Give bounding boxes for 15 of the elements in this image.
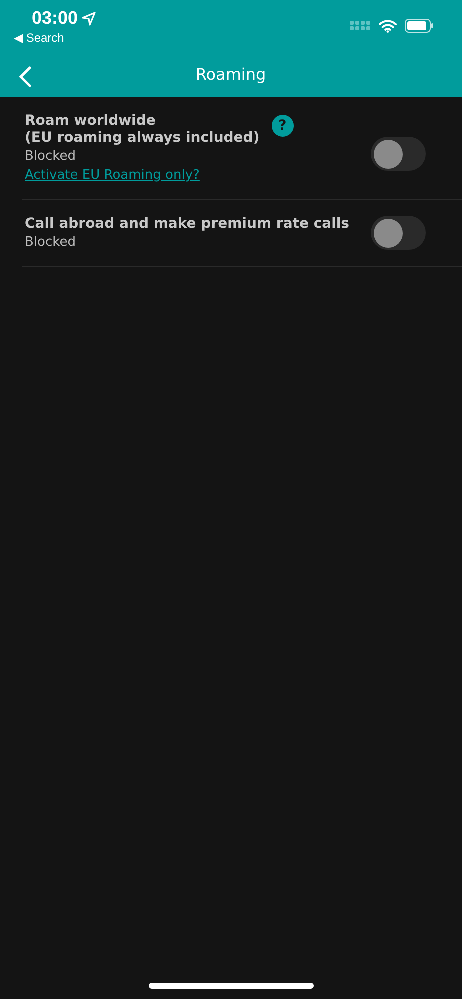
toggle-switch[interactable] — [371, 216, 426, 250]
activate-eu-roaming-link[interactable]: Activate EU Roaming only? — [25, 168, 200, 183]
help-button[interactable]: ? — [272, 115, 294, 137]
battery-icon — [405, 19, 434, 33]
screen-title: Roaming — [196, 65, 266, 84]
status-time: 03:00 — [14, 8, 96, 29]
toggle-switch[interactable] — [371, 137, 426, 171]
setting-status: Blocked — [25, 235, 77, 250]
setting-status: Blocked — [25, 149, 77, 164]
cellular-signal-icon — [350, 21, 371, 31]
setting-title: Roam worldwide (EU roaming always included) — [25, 113, 260, 147]
setting-title: Call abroad and make premium rate calls — [25, 216, 350, 233]
wifi-icon — [379, 20, 397, 32]
location-arrow-icon — [82, 12, 96, 26]
back-to-search-link[interactable]: ◀ Search — [14, 31, 96, 45]
